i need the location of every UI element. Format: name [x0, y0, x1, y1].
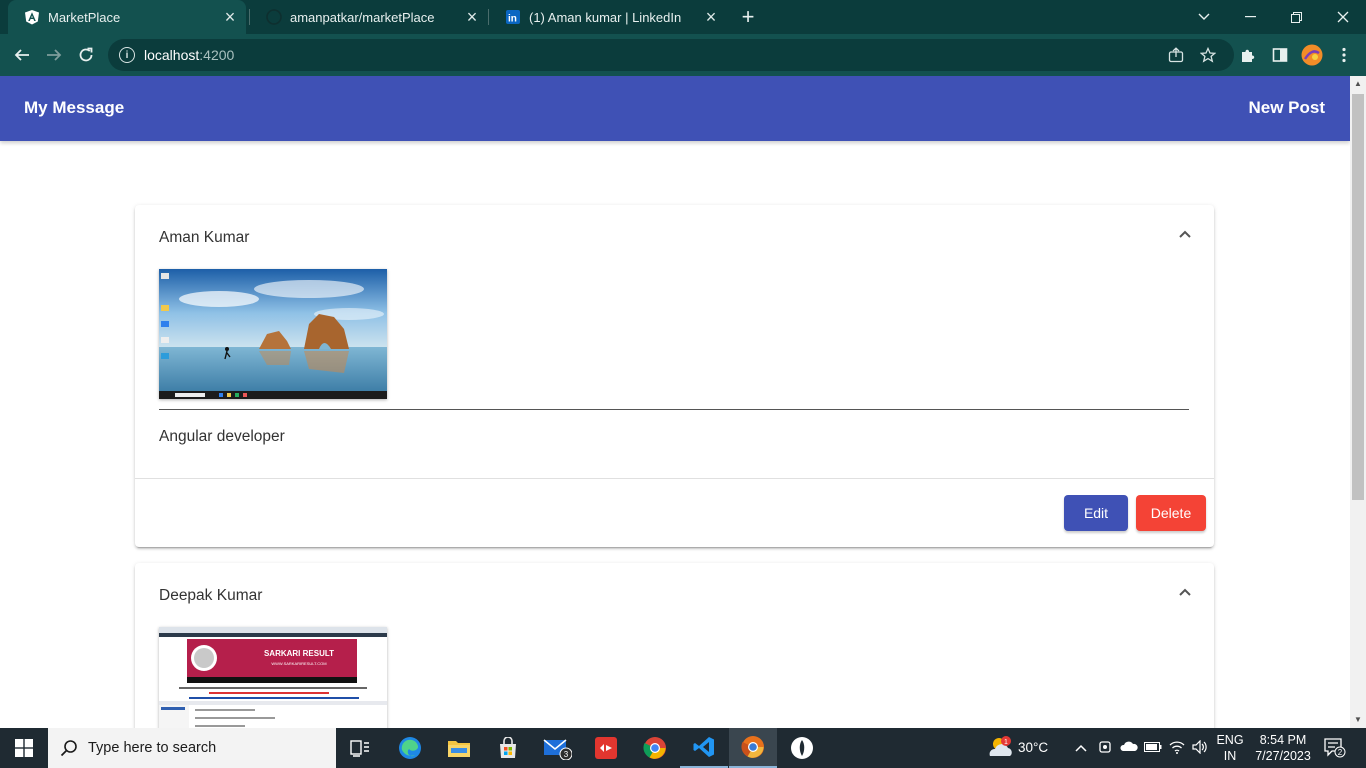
site-info-icon[interactable]: i [119, 47, 135, 63]
app-toolbar: My Message New Post [0, 76, 1350, 141]
scroll-thumb[interactable] [1352, 94, 1364, 500]
volume-icon[interactable] [1192, 739, 1208, 756]
search-icon [60, 740, 77, 757]
vscode-icon[interactable] [680, 728, 728, 768]
panel-action-row: Edit Delete [135, 478, 1214, 547]
task-view-icon[interactable] [336, 728, 384, 768]
meet-now-icon[interactable] [1097, 740, 1113, 756]
git-client-icon[interactable] [582, 728, 630, 768]
onedrive-cloud-icon[interactable] [1120, 740, 1138, 756]
weather-badge: 1 [1004, 739, 1008, 746]
scroll-down-arrow-icon[interactable]: ▼ [1350, 712, 1366, 728]
share-icon[interactable] [1168, 47, 1184, 63]
extensions-puzzle-icon[interactable] [1234, 41, 1262, 69]
chevron-up-icon[interactable] [1178, 585, 1192, 599]
image-subheading: WWW.SARKARIRESULT.COM [271, 661, 326, 666]
app-brand[interactable]: My Message [24, 98, 124, 118]
close-tab-icon[interactable]: × [462, 7, 482, 28]
windows-start-icon[interactable] [0, 728, 48, 768]
mail-badge: 3 [564, 750, 569, 759]
mail-icon[interactable]: 3 [533, 728, 581, 768]
delete-button[interactable]: Delete [1136, 495, 1206, 531]
taskbar-search-input[interactable]: Type here to search [48, 728, 336, 768]
search-placeholder: Type here to search [88, 740, 217, 756]
minimize-icon[interactable] [1227, 0, 1273, 34]
language-indicator[interactable]: ENG IN [1216, 732, 1244, 764]
windows-taskbar: Type here to search 3 1 30°C ENG IN 8:54… [0, 728, 1366, 768]
battery-icon[interactable] [1144, 740, 1162, 756]
edit-button[interactable]: Edit [1064, 495, 1128, 531]
side-panel-icon[interactable] [1266, 41, 1294, 69]
close-tab-icon[interactable]: × [220, 7, 240, 28]
github-icon [266, 9, 282, 25]
scroll-up-arrow-icon[interactable]: ▲ [1350, 76, 1366, 92]
file-explorer-icon[interactable] [435, 728, 483, 768]
panel-header[interactable]: Aman Kumar [135, 205, 1214, 269]
edge-browser-icon[interactable] [386, 728, 434, 768]
microsoft-store-icon[interactable] [484, 728, 532, 768]
mongodb-compass-icon[interactable] [778, 728, 826, 768]
back-icon[interactable] [8, 41, 36, 69]
bookmark-star-icon[interactable] [1199, 46, 1217, 63]
weather-icon[interactable]: 1 [986, 734, 1016, 760]
show-hidden-icons-chevron-icon[interactable] [1073, 740, 1089, 756]
chevron-up-icon[interactable] [1178, 227, 1192, 241]
linkedin-icon: in [505, 9, 521, 25]
url-host: localhost [144, 47, 200, 63]
tab-github[interactable]: amanpatkar/marketPlace × [250, 0, 488, 34]
browser-toolbar: i localhost:4200 [0, 34, 1366, 76]
chrome-canary-icon[interactable] [729, 728, 777, 768]
notification-center-icon[interactable]: 2 [1324, 738, 1346, 758]
angular-icon [24, 9, 40, 25]
clock-time: 8:54 PM [1259, 733, 1307, 747]
tab-title: MarketPlace [48, 9, 121, 25]
restore-icon[interactable] [1273, 0, 1319, 34]
profile-avatar[interactable] [1298, 41, 1326, 69]
new-tab-button[interactable]: + [736, 3, 760, 31]
new-post-link[interactable]: New Post [1248, 98, 1325, 118]
panel-divider [159, 409, 1189, 410]
svg-text:in: in [508, 14, 517, 25]
post-image: SARKARI RESULT WWW.SARKARIRESULT.COM [159, 627, 387, 728]
post-author: Deepak Kumar [159, 587, 263, 604]
more-menu-icon[interactable] [1330, 41, 1358, 69]
address-bar[interactable]: i localhost:4200 [108, 39, 1234, 71]
tab-marketplace[interactable]: MarketPlace × [8, 0, 246, 34]
region-code: IN [1223, 749, 1237, 763]
language-code: ENG [1216, 733, 1244, 747]
tab-linkedin[interactable]: in (1) Aman kumar | LinkedIn × [489, 0, 727, 34]
tab-title: (1) Aman kumar | LinkedIn [529, 9, 682, 25]
tab-search-chevron-icon[interactable] [1181, 0, 1227, 34]
clock-date: 7/27/2023 [1255, 749, 1311, 763]
panel-header[interactable]: Deepak Kumar [135, 563, 1214, 627]
close-window-icon[interactable] [1320, 0, 1366, 34]
chrome-icon[interactable] [631, 728, 679, 768]
wifi-icon[interactable] [1169, 740, 1185, 756]
page-viewport: My Message New Post Aman Kumar Angular d… [0, 76, 1350, 728]
temperature-text[interactable]: 30°C [1018, 740, 1048, 755]
forward-icon[interactable] [40, 41, 68, 69]
close-tab-icon[interactable]: × [701, 7, 721, 28]
url-port: :4200 [199, 47, 235, 63]
notification-count: 2 [1338, 748, 1343, 757]
post-content: Angular developer [159, 428, 285, 445]
post-author: Aman Kumar [159, 229, 250, 246]
tab-title: amanpatkar/marketPlace [290, 9, 435, 25]
browser-tab-strip: MarketPlace × amanpatkar/marketPlace × i… [0, 0, 1366, 34]
post-panel: Aman Kumar Angular developer Edit Delete [135, 205, 1214, 547]
post-panel: Deepak Kumar SARKARI RESULT WWW.SARKARIR… [135, 563, 1214, 728]
post-image [159, 269, 387, 399]
page-scrollbar[interactable]: ▲ ▼ [1350, 76, 1366, 728]
image-heading: SARKARI RESULT [264, 649, 334, 658]
clock[interactable]: 8:54 PM 7/27/2023 [1252, 732, 1314, 764]
reload-icon[interactable] [72, 41, 100, 69]
